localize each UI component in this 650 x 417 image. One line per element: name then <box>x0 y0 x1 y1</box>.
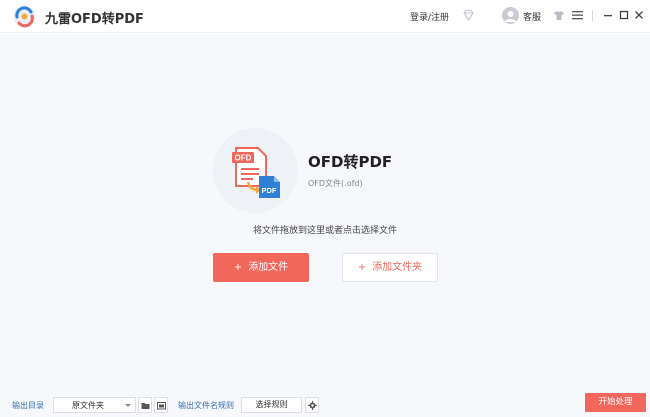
bottom-toolbar: 输出目录 原文件夹 输出文件名规则 选择规则 开始处理 <box>0 392 650 417</box>
close-icon[interactable] <box>634 10 644 20</box>
maximize-icon[interactable] <box>619 10 629 20</box>
app-title: 九雷OFD转PDF <box>45 12 144 27</box>
gear-icon <box>308 401 317 410</box>
add-folder-label: 添加文件夹 <box>372 262 423 273</box>
folder-icon <box>141 403 150 409</box>
titlebar-divider <box>592 10 593 21</box>
menu-icon[interactable] <box>572 10 583 20</box>
pdf-badge-text: PDF <box>262 186 277 195</box>
browse-folder-button[interactable] <box>138 397 152 413</box>
login-register-link[interactable]: 登录/注册 <box>410 10 449 23</box>
output-dir-value: 原文件夹 <box>72 401 104 410</box>
service-label: 客服 <box>523 13 542 23</box>
chevron-down-icon <box>125 404 131 407</box>
rule-settings-button[interactable] <box>305 397 319 413</box>
start-processing-button[interactable]: 开始处理 <box>585 393 646 412</box>
choose-rule-button[interactable]: 选择规则 <box>241 397 302 413</box>
headset-icon <box>505 11 516 22</box>
drop-zone[interactable]: OFD PDF OFD转PDF OFD文件(.ofd) 将文件拖放到这里或者点击… <box>0 34 650 392</box>
avatar <box>502 7 519 24</box>
feature-heading: OFD转PDF <box>308 153 393 171</box>
open-folder-button[interactable] <box>154 397 168 413</box>
app-logo-icon <box>13 5 36 28</box>
naming-rule-label: 输出文件名规则 <box>178 401 234 410</box>
plus-icon: + <box>233 262 243 273</box>
skin-shirt-icon[interactable] <box>553 10 565 21</box>
ofd-to-pdf-icon: OFD PDF <box>232 147 280 198</box>
output-dir-select[interactable]: 原文件夹 <box>53 397 136 413</box>
minimize-icon[interactable] <box>603 10 613 20</box>
add-folder-button[interactable]: + 添加文件夹 <box>342 253 438 282</box>
open-folder-icon <box>157 402 166 410</box>
supported-format-label: OFD文件(.ofd) <box>308 179 363 188</box>
output-dir-label: 输出目录 <box>12 401 44 410</box>
ofd-badge-text: OFD <box>235 154 252 163</box>
add-file-label: 添加文件 <box>248 262 289 273</box>
title-bar: 九雷OFD转PDF 登录/注册 客服 <box>0 0 650 33</box>
add-file-button[interactable]: + 添加文件 <box>213 253 309 282</box>
vip-diamond-icon[interactable] <box>462 9 475 22</box>
drop-hint: 将文件拖放到这里或者点击选择文件 <box>252 226 397 236</box>
plus-icon: + <box>357 262 367 273</box>
